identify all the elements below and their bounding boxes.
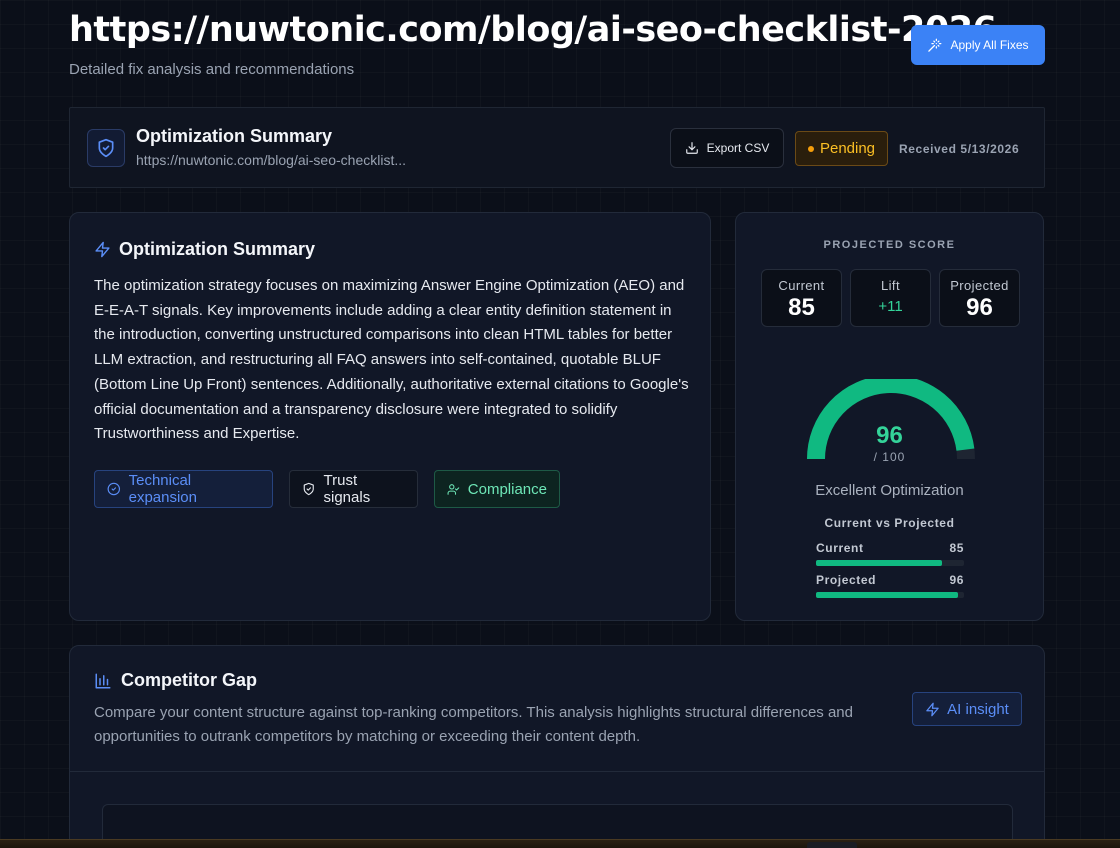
ai-insight-label: AI insight bbox=[947, 700, 1009, 718]
projected-bar-track bbox=[816, 592, 964, 598]
projected-bar-value: 96 bbox=[949, 573, 964, 587]
user-check-icon bbox=[447, 483, 460, 495]
summary-card-body: The optimization strategy focuses on max… bbox=[94, 277, 689, 443]
export-csv-button[interactable]: Export CSV bbox=[670, 128, 784, 168]
projected-bar-row: Projected 96 bbox=[816, 573, 964, 598]
shield-icon-box bbox=[87, 129, 125, 167]
projected-bar-labels: Projected 96 bbox=[816, 573, 964, 587]
apply-all-fixes-button[interactable]: Apply All Fixes bbox=[911, 25, 1045, 65]
shield-check-icon bbox=[303, 482, 314, 496]
projected-score-label-small: Projected bbox=[950, 278, 1009, 293]
bar-chart-icon bbox=[95, 673, 111, 688]
strip-tab bbox=[807, 842, 857, 848]
gauge-value: 96 bbox=[876, 422, 903, 449]
lift-value: +11 bbox=[878, 298, 903, 315]
lift-box: Lift +11 bbox=[850, 269, 931, 327]
page-title: https://nuwtonic.com/blog/ai-seo-checkli… bbox=[69, 10, 997, 50]
competitor-gap-title: Competitor Gap bbox=[121, 670, 258, 690]
current-bar-labels: Current 85 bbox=[816, 541, 964, 555]
competitor-gap-heading: Competitor Gap bbox=[94, 670, 257, 691]
current-bar-track bbox=[816, 560, 964, 566]
projected-bar-label: Projected bbox=[816, 573, 877, 587]
lift-label: Lift bbox=[881, 278, 900, 293]
competitor-gap-card: Competitor Gap Compare your content stru… bbox=[69, 645, 1045, 848]
page-subtitle: Detailed fix analysis and recommendation… bbox=[69, 61, 355, 78]
optimization-rating: Excellent Optimization bbox=[815, 482, 964, 499]
projected-bar-fill bbox=[816, 592, 959, 598]
current-bar-row: Current 85 bbox=[816, 541, 964, 566]
current-score-label: Current bbox=[778, 278, 825, 293]
optimization-summary-card: Optimization Summary The optimization st… bbox=[69, 212, 711, 621]
competitor-gap-divider bbox=[70, 771, 1044, 772]
projected-score-label: PROJECTED SCORE bbox=[823, 239, 956, 251]
current-bar-value: 85 bbox=[949, 541, 964, 555]
magic-wand-icon bbox=[928, 38, 942, 52]
summary-header-bar: Optimization Summary https://nuwtonic.co… bbox=[69, 107, 1045, 188]
status-label: Pending bbox=[819, 140, 876, 157]
shield-check-icon bbox=[98, 138, 114, 158]
summary-card-title: Optimization Summary bbox=[119, 239, 316, 259]
status-dot bbox=[807, 145, 814, 152]
summary-card-heading: Optimization Summary bbox=[94, 239, 315, 260]
compare-title: Current vs Projected bbox=[824, 516, 955, 530]
chip-technical-expansion[interactable]: Technical expansion bbox=[94, 470, 273, 508]
export-csv-label: Export CSV bbox=[706, 141, 770, 155]
summary-header-url: https://nuwtonic.com/blog/ai-seo-checkli… bbox=[136, 152, 407, 168]
lightning-icon bbox=[926, 702, 939, 716]
current-bar-fill bbox=[816, 560, 942, 566]
competitor-gap-description: Compare your content structure against t… bbox=[94, 704, 853, 745]
bottom-window-strip bbox=[0, 839, 1120, 848]
chip-label: Technical expansion bbox=[128, 472, 197, 506]
chip-compliance[interactable]: Compliance bbox=[434, 470, 560, 508]
current-score-value: 85 bbox=[788, 294, 815, 321]
received-date: Received 5/13/2026 bbox=[899, 142, 1020, 156]
projected-score-card: PROJECTED SCORE Current 85 Lift +11 Proj… bbox=[735, 212, 1044, 621]
lightning-icon bbox=[95, 241, 110, 258]
chip-label: Trust signals bbox=[323, 472, 371, 506]
current-score-box: Current 85 bbox=[761, 269, 842, 327]
summary-header-title: Optimization Summary bbox=[136, 126, 333, 146]
projected-score-value: 96 bbox=[966, 294, 993, 321]
check-circle-icon bbox=[107, 482, 121, 496]
ai-insight-button[interactable]: AI insight bbox=[912, 692, 1022, 726]
current-bar-label: Current bbox=[816, 541, 864, 555]
chip-label: Compliance bbox=[467, 480, 547, 498]
projected-score-box: Projected 96 bbox=[939, 269, 1020, 327]
gauge-max: / 100 bbox=[873, 450, 906, 464]
apply-all-fixes-label: Apply All Fixes bbox=[950, 38, 1029, 52]
chip-trust-signals[interactable]: Trust signals bbox=[289, 470, 418, 508]
status-badge: Pending bbox=[795, 131, 888, 166]
download-icon bbox=[685, 142, 698, 154]
